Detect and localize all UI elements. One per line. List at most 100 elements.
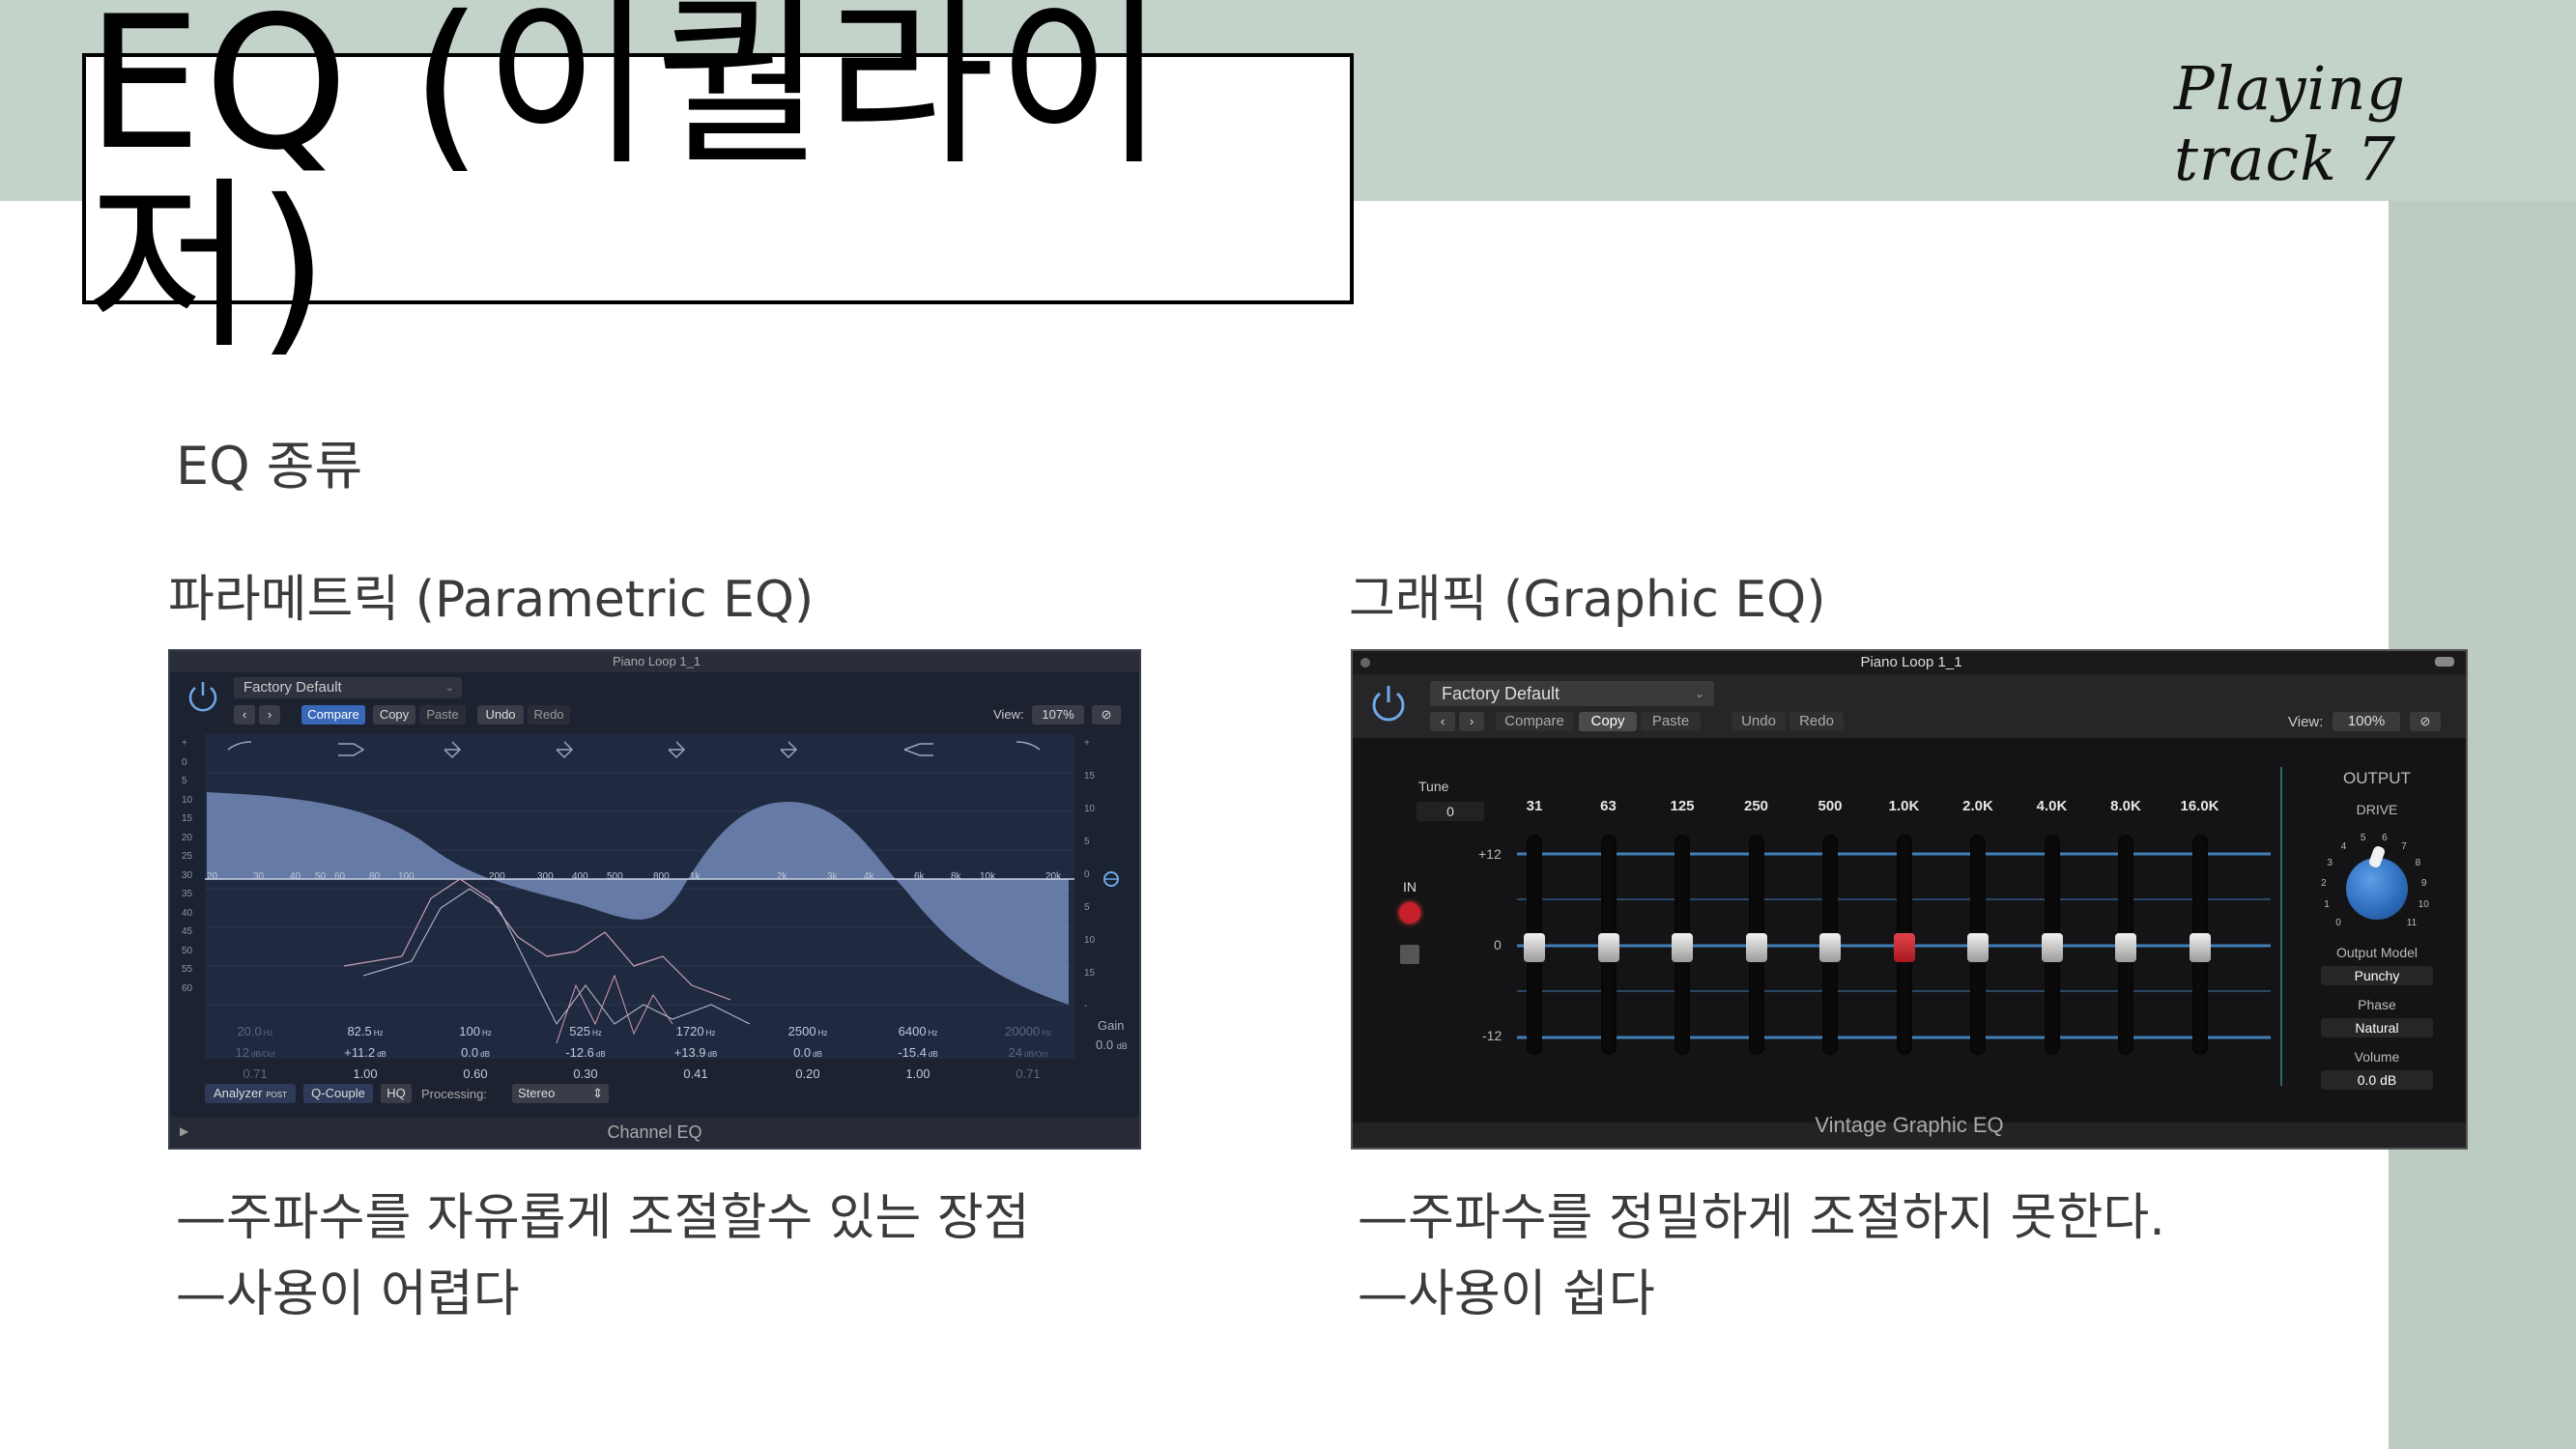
graphic-heading: 그래픽 (Graphic EQ) (1349, 571, 1826, 629)
band-gain[interactable]: -15.4 dB (870, 1043, 966, 1065)
channel-eq-frequency-label: 40 (290, 871, 301, 882)
fader-handle[interactable] (1967, 933, 1989, 962)
band-gain[interactable]: +11.2 dB (317, 1043, 414, 1065)
band-q[interactable]: 0.71 (207, 1065, 303, 1084)
next-preset-button[interactable]: › (259, 705, 280, 724)
graphic-eq-footer: Vintage Graphic EQ (1815, 1113, 2004, 1137)
output-model-select[interactable]: Punchy (2321, 966, 2433, 985)
band-q[interactable]: 0.60 (427, 1065, 524, 1084)
fader-handle[interactable] (1893, 933, 1915, 962)
band-gain[interactable]: 12 dB/Oct (207, 1043, 303, 1065)
phase-select[interactable]: Natural (2321, 1018, 2433, 1037)
link-icon[interactable]: ⊘ (2410, 712, 2441, 731)
redo-button[interactable]: Redo (1789, 712, 1844, 731)
view-zoom-select[interactable]: 100% (2333, 712, 2400, 731)
power-icon[interactable] (1366, 680, 1411, 724)
preset-label: Factory Default (243, 679, 342, 696)
channel-eq-right-scale-tick: 10 (1084, 935, 1096, 946)
channel-eq-window-title: Piano Loop 1_1 (612, 654, 701, 668)
prev-preset-button[interactable]: ‹ (1430, 712, 1455, 731)
band-frequency-label: 16.0K (2180, 798, 2219, 814)
band-q[interactable]: 1.00 (870, 1065, 966, 1084)
drive-tick-label: 10 (2418, 899, 2429, 911)
analyzer-button[interactable]: Analyzer POST (205, 1084, 296, 1103)
band-gain[interactable]: 0.0 dB (427, 1043, 524, 1065)
processing-select[interactable]: Stereo ⇕ (512, 1084, 609, 1103)
hq-button[interactable]: HQ (381, 1084, 412, 1103)
gain-value-number: 0.0 (1096, 1037, 1114, 1052)
channel-eq-band-column[interactable]: 1720 Hz +13.9 dB 0.41 (647, 1022, 744, 1084)
tune-field[interactable]: 0 (1417, 802, 1484, 821)
band-frequency[interactable]: 1720 Hz (647, 1022, 744, 1043)
channel-eq-band-column[interactable]: 525 Hz -12.6 dB 0.30 (537, 1022, 634, 1084)
fader-handle[interactable] (1745, 933, 1767, 962)
window-pill-icon[interactable] (2435, 657, 2454, 667)
band-frequency[interactable]: 2500 Hz (759, 1022, 856, 1043)
channel-eq-frequency-label: 50 (315, 871, 327, 882)
band-frequency[interactable]: 20.0 Hz (207, 1022, 303, 1043)
band-gain[interactable]: -12.6 dB (537, 1043, 634, 1065)
in-led-button[interactable] (1399, 902, 1420, 923)
fader-handle[interactable] (1819, 933, 1841, 962)
undo-button[interactable]: Undo (1732, 712, 1786, 731)
channel-eq-band-column[interactable]: 6400 Hz -15.4 dB 1.00 (870, 1022, 966, 1084)
band-q[interactable]: 0.20 (759, 1065, 856, 1084)
paste-button[interactable]: Paste (419, 705, 466, 724)
channel-eq-left-scale-tick: 30 (182, 869, 193, 881)
fader-handle[interactable] (1597, 933, 1619, 962)
channel-eq-right-scale-tick: 5 (1084, 837, 1090, 847)
channel-eq-band-column[interactable]: 20.0 Hz 12 dB/Oct 0.71 (207, 1022, 303, 1084)
channel-eq-band-column[interactable]: 82.5 Hz +11.2 dB 1.00 (317, 1022, 414, 1084)
band-q[interactable]: 0.30 (537, 1065, 634, 1084)
band-q[interactable]: 0.41 (647, 1065, 744, 1084)
preset-dropdown[interactable]: Factory Default ⌄ (1430, 681, 1714, 706)
link-icon[interactable]: ⊘ (1092, 705, 1121, 724)
next-preset-button[interactable]: › (1459, 712, 1484, 731)
fader-handle[interactable] (2115, 933, 2136, 962)
channel-eq-frequency-label: 4k (864, 871, 874, 882)
band-frequency[interactable]: 525 Hz (537, 1022, 634, 1043)
bypass-toggle[interactable] (1400, 945, 1419, 964)
band-q[interactable]: 0.71 (980, 1065, 1076, 1084)
band-gain[interactable]: 24 dB/Oct (980, 1043, 1076, 1065)
compare-button[interactable]: Compare (301, 705, 365, 724)
view-zoom-select[interactable]: 107% (1032, 705, 1084, 724)
fader-handle[interactable] (2041, 933, 2063, 962)
channel-eq-graph[interactable] (170, 734, 1141, 1059)
channel-eq-band-column[interactable]: 2500 Hz 0.0 dB 0.20 (759, 1022, 856, 1084)
undo-button[interactable]: Undo (477, 705, 524, 724)
band-frequency[interactable]: 6400 Hz (870, 1022, 966, 1043)
channel-eq-left-scale-tick: 40 (182, 907, 193, 919)
channel-eq-band-column[interactable]: 100 Hz 0.0 dB 0.60 (427, 1022, 524, 1084)
band-q[interactable]: 1.00 (317, 1065, 414, 1084)
fader-handle[interactable] (1672, 933, 1693, 962)
paste-button[interactable]: Paste (1641, 712, 1701, 731)
preset-dropdown[interactable]: Factory Default ⌄ (234, 677, 462, 698)
band-gain[interactable]: +13.9 dB (647, 1043, 744, 1065)
band-frequency-unit: Hz (263, 1029, 273, 1037)
slide-title: EQ (이퀄라이저) (86, 0, 1168, 374)
channel-eq-band-column[interactable]: 20000 Hz 24 dB/Oct 0.71 (980, 1022, 1076, 1084)
chevron-updown-icon: ⇕ (592, 1086, 603, 1100)
compare-button[interactable]: Compare (1496, 712, 1573, 731)
band-gain[interactable]: 0.0 dB (759, 1043, 856, 1065)
copy-button[interactable]: Copy (373, 705, 415, 724)
channel-eq-left-scale-tick: 5 (182, 776, 187, 786)
copy-button[interactable]: Copy (1579, 712, 1637, 731)
fader-handle[interactable] (1524, 933, 1545, 962)
gain-label: Gain (1098, 1018, 1125, 1033)
redo-button[interactable]: Redo (528, 705, 570, 724)
gain-value[interactable]: 0.0 dB (1096, 1037, 1128, 1052)
fader-handle[interactable] (2189, 933, 2211, 962)
drive-tick-label: 1 (2324, 899, 2330, 911)
prev-preset-button[interactable]: ‹ (234, 705, 255, 724)
volume-field[interactable]: 0.0 dB (2321, 1070, 2433, 1090)
power-icon[interactable] (184, 676, 222, 715)
band-frequency[interactable]: 82.5 Hz (317, 1022, 414, 1043)
band-frequency[interactable]: 20000 Hz (980, 1022, 1076, 1043)
drive-tick-label: 6 (2382, 833, 2388, 844)
band-frequency[interactable]: 100 Hz (427, 1022, 524, 1043)
parametric-note-2: —사용이 어렵다 (176, 1265, 520, 1323)
drive-tick-label: 4 (2340, 841, 2347, 853)
q-couple-button[interactable]: Q-Couple (303, 1084, 373, 1103)
